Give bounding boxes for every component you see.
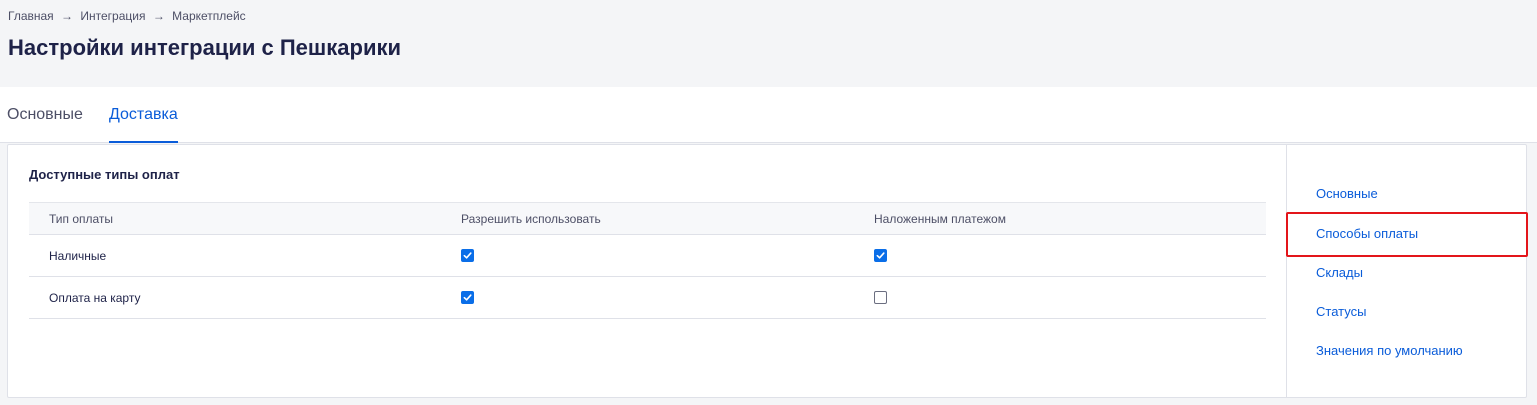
checkmark-icon <box>463 252 472 259</box>
column-header-allow: Разрешить использовать <box>461 211 601 226</box>
side-nav-item-statuses[interactable]: Статусы <box>1316 304 1366 319</box>
table-row: Оплата на карту <box>29 277 1266 319</box>
column-header-cod: Наложенным платежом <box>874 211 1006 226</box>
side-nav-item-payment-methods[interactable]: Способы оплаты <box>1316 226 1418 241</box>
cod-checkbox[interactable] <box>874 249 887 262</box>
tab-basic[interactable]: Основные <box>7 106 83 143</box>
payment-type-name: Оплата на карту <box>49 290 141 305</box>
breadcrumb-item-integration[interactable]: Интеграция <box>80 9 145 23</box>
tabs-bar: Основные Доставка <box>0 87 1537 143</box>
tab-delivery[interactable]: Доставка <box>109 106 178 143</box>
table-row: Наличные <box>29 235 1266 277</box>
section-title: Доступные типы оплат <box>29 167 180 182</box>
breadcrumb-separator: → <box>61 9 74 23</box>
breadcrumb: Главная → Интеграция → Маркетплейс <box>8 9 246 23</box>
payment-types-section: Доступные типы оплат Тип оплаты Разрешит… <box>8 145 1287 397</box>
allow-cell <box>461 235 474 276</box>
allow-checkbox[interactable] <box>461 249 474 262</box>
column-header-payment-type: Тип оплаты <box>49 211 114 226</box>
side-nav-item-defaults[interactable]: Значения по умолчанию <box>1316 343 1463 358</box>
breadcrumb-item-marketplace[interactable]: Маркетплейс <box>172 9 246 23</box>
page-header: Главная → Интеграция → Маркетплейс Настр… <box>0 0 1537 87</box>
payment-type-name: Наличные <box>49 248 107 263</box>
page-title: Настройки интеграции с Пешкарики <box>8 35 402 60</box>
side-nav-item-basic[interactable]: Основные <box>1316 186 1378 201</box>
checkmark-icon <box>876 252 885 259</box>
checkmark-icon <box>463 294 472 301</box>
cod-cell <box>874 277 887 318</box>
payment-types-table: Тип оплаты Разрешить использовать Наложе… <box>29 202 1266 319</box>
settings-panel: Доступные типы оплат Тип оплаты Разрешит… <box>7 144 1528 398</box>
table-header-row: Тип оплаты Разрешить использовать Наложе… <box>29 202 1266 235</box>
allow-checkbox[interactable] <box>461 291 474 304</box>
allow-cell <box>461 277 474 318</box>
cod-checkbox[interactable] <box>874 291 887 304</box>
breadcrumb-separator: → <box>152 9 165 23</box>
cod-cell <box>874 235 887 276</box>
side-nav: Основные Способы оплаты Склады Статусы З… <box>1286 145 1528 397</box>
breadcrumb-item-home[interactable]: Главная <box>8 9 54 23</box>
side-nav-item-warehouses[interactable]: Склады <box>1316 265 1363 280</box>
